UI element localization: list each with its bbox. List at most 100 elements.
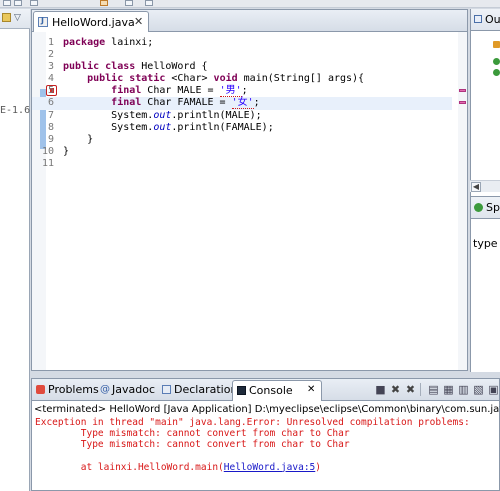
tab-problems-label: Problems [48,383,99,396]
spell-panel: Sp type f [470,196,500,372]
code-text[interactable]: System.out.println(MALE); [63,110,262,122]
code-token: Char MALE = [141,85,220,97]
toolbar-run-icon[interactable] [100,0,108,6]
bottom-tabstrip: Problems @ Javadoc Declaration Console ✕… [32,379,499,401]
line-number: 6 [47,97,54,109]
toolbar-back-icon[interactable] [125,0,133,6]
static-field-token: out [153,121,172,133]
code-text[interactable]: final Char MALE = '男'; [63,85,248,98]
code-line[interactable]: 4 public static <Char> void main(String[… [32,73,452,85]
remove-launch-icon[interactable]: ✖ [389,383,402,396]
tab-helloword-java[interactable]: HelloWord.java ✕ [33,11,149,32]
code-text[interactable]: package lainxi; [63,37,153,49]
code-token: main(String[] args){ [237,73,365,85]
code-token: ; [241,85,248,97]
code-token: .println(FAMALE); [171,121,274,133]
tab-problems[interactable]: Problems [36,382,99,400]
tab-console-label: Console [249,384,293,397]
tab-outline[interactable]: Ou [471,9,500,31]
code-text[interactable]: public static <Char> void main(String[] … [63,73,364,85]
code-line[interactable]: 7 System.out.println(MALE); [32,110,452,122]
eclipse-window: ▽ E-1.6] HelloWord.java ✕ 1 package lainx… [0,0,500,491]
toolbar-save-icon[interactable] [14,0,22,6]
code-token: } [63,133,94,145]
package-explorer-panel: ▽ E-1.6] [0,9,36,491]
code-line[interactable]: 9 } [32,134,452,146]
tab-declaration-label: Declaration [174,383,238,396]
remove-all-icon[interactable]: ✖ [404,383,417,396]
display-console-icon[interactable]: ▣ [487,383,500,396]
code-text[interactable]: public class HelloWord { [63,61,208,73]
static-field-token: out [153,109,172,121]
code-text[interactable]: } [63,146,69,158]
console-icon [237,386,246,395]
scroll-lock-icon[interactable]: ▦ [442,383,455,396]
declaration-icon [162,385,171,394]
line-number: 11 [41,157,54,169]
toolbar-forward-icon[interactable] [145,0,153,6]
console-line: Type mismatch: cannot convert from char … [35,428,350,440]
code-line[interactable]: 11 [32,158,452,170]
code-line[interactable]: 2 [32,49,452,61]
tab-javadoc[interactable]: @ Javadoc [100,382,156,400]
pin-console-icon[interactable]: ▧ [472,383,485,396]
console-output[interactable]: Exception in thread "main" java.lang.Err… [35,417,500,473]
code-line[interactable]: 6 final Char FAMALE = '女'; [32,97,452,110]
outline-panel: Ou [470,9,500,199]
error-overview-mark[interactable] [459,101,466,104]
view-menu-chevron-icon[interactable]: ▽ [14,13,21,23]
console-panel: Problems @ Javadoc Declaration Console ✕… [31,378,500,491]
method-icon[interactable] [493,69,500,76]
code-line[interactable]: 3 public class HelloWord { [32,61,452,73]
collapse-all-icon[interactable] [2,13,11,22]
code-token: } [63,145,70,157]
tab-console[interactable]: Console ✕ [232,380,322,401]
tab-spell[interactable]: Sp [471,197,500,219]
close-console-icon[interactable]: ✕ [307,384,315,395]
error-overview-mark[interactable] [459,89,466,92]
tab-declaration[interactable]: Declaration [162,382,237,400]
class-icon[interactable] [493,58,500,65]
keyword-token: class [105,61,136,73]
console-stack-tail: ) [315,461,322,473]
clear-console-icon[interactable]: ▤ [427,383,440,396]
code-token: ; [253,97,260,109]
main-toolbar [0,0,500,8]
javadoc-icon: @ [100,384,110,395]
console-line: at lainxi.HelloWord.main(HelloWord.java:… [35,462,500,473]
line-number: 5 [47,85,54,97]
keyword-token: void [213,73,238,85]
code-line[interactable]: 10} [32,146,452,158]
outline-icon [474,15,482,23]
keyword-token: package [63,37,106,48]
code-token: .println(MALE); [171,109,262,121]
code-text[interactable]: final Char FAMALE = '女'; [63,97,260,110]
toolbar-print-icon[interactable] [30,0,38,6]
outline-horizontal-scrollbar[interactable]: ◀ [470,180,500,192]
line-number: 4 [47,73,54,85]
close-tab-icon[interactable]: ✕ [134,15,143,28]
type-filter-input[interactable]: type f [473,237,500,250]
tab-label: HelloWord.java [52,16,135,29]
editor-tabstrip: HelloWord.java ✕ [32,10,467,32]
code-line[interactable]: 8 System.out.println(FAMALE); [32,122,452,134]
toolbar-new-icon[interactable] [3,0,11,6]
code-line[interactable]: 1 package lainxi; [32,37,452,49]
word-wrap-icon[interactable]: ▥ [457,383,470,396]
terminate-icon[interactable]: ■ [374,383,387,396]
code-area[interactable]: 1 package lainxi; 2 3 public class HelloWord… [32,37,452,170]
code-token: System. [63,121,154,133]
java-editor[interactable]: HelloWord.java ✕ 1 package lainxi; 23 publi… [31,9,468,371]
scroll-left-icon[interactable]: ◀ [471,182,481,192]
stacktrace-link[interactable]: HelloWord.java:5 [224,462,316,473]
console-process-label: <terminated> HelloWord [Java Application… [34,404,500,415]
code-text[interactable]: } [63,134,93,146]
code-text[interactable]: System.out.println(FAMALE); [63,122,274,134]
java-file-icon [38,16,48,27]
keyword-token: static [129,73,166,85]
line-number: 10 [41,145,54,157]
code-line[interactable]: 5 final Char MALE = '男'; [32,85,452,98]
package-icon[interactable] [493,41,500,48]
line-number: 7 [47,109,54,121]
toolbar-separator [420,383,421,396]
